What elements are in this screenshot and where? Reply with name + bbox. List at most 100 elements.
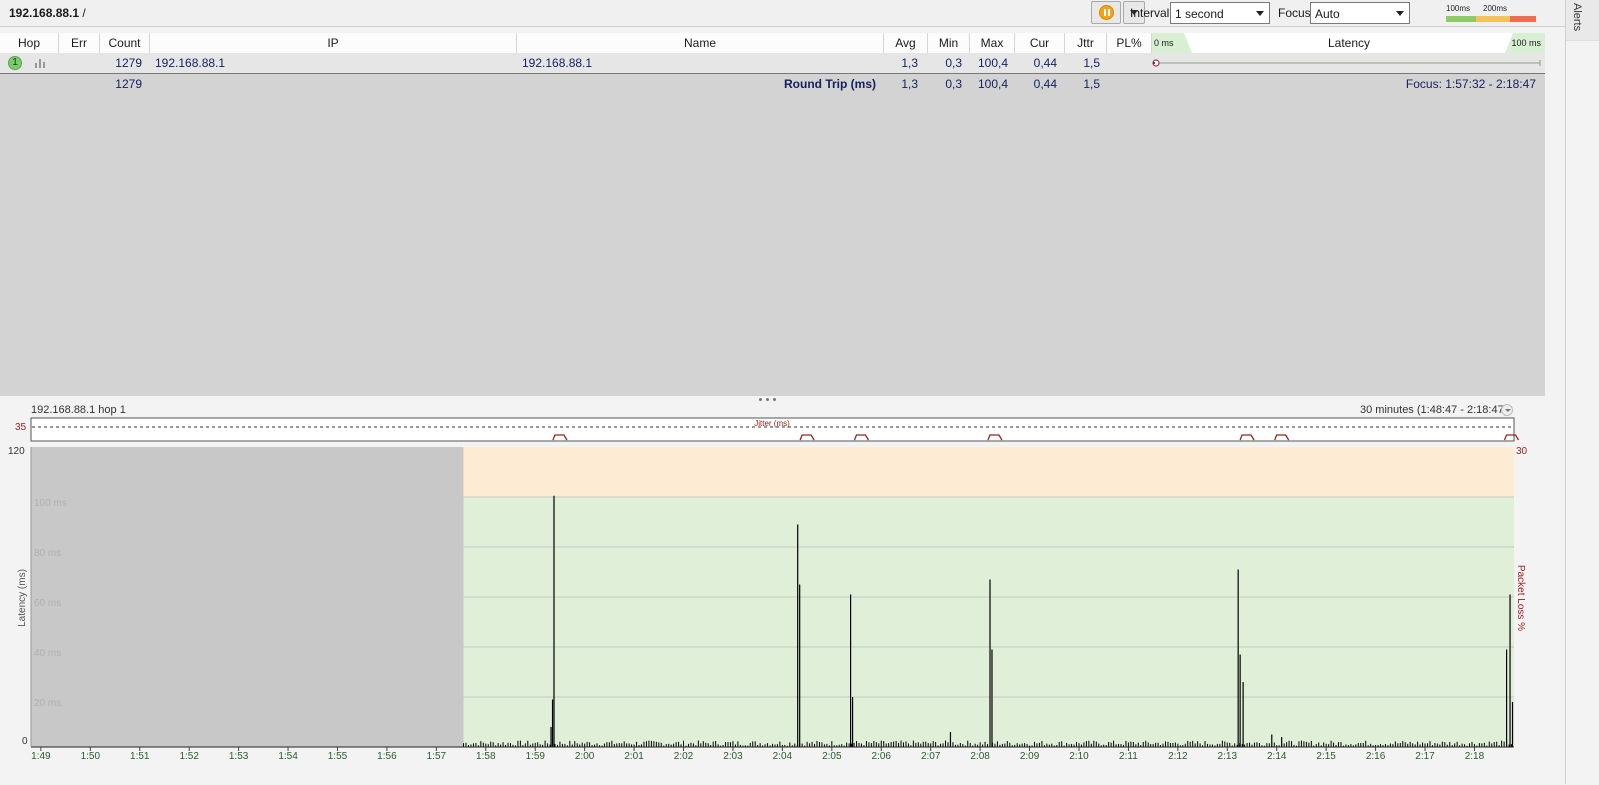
col-avg[interactable]: Avg	[884, 33, 928, 53]
interval-value: 1 second	[1175, 7, 1224, 21]
pane-splitter[interactable]	[0, 396, 1545, 402]
x-tick-label: 2:00	[575, 751, 595, 762]
x-tick-label: 2:07	[921, 751, 941, 762]
target-path: /	[79, 6, 86, 20]
x-tick-label: 2:15	[1316, 751, 1336, 762]
alerts-label: Alerts	[1571, 3, 1583, 32]
scale-green	[1446, 16, 1476, 22]
summary-min: 0,3	[945, 77, 962, 91]
x-tick-labels: 1:49 1:50 1:51 1:52 1:53 1:54 1:55 1:56 1:57 1:58…	[31, 747, 1485, 762]
x-tick-label: 2:14	[1267, 751, 1287, 762]
pl-max-label: 30	[1516, 446, 1528, 457]
x-tick-label: 2:10	[1069, 751, 1089, 762]
x-tick-label: 1:59	[525, 751, 545, 762]
col-name[interactable]: Name	[517, 33, 884, 53]
target-breadcrumb[interactable]: 192.168.88.1 /	[9, 6, 86, 20]
scale-200-label: 200ms	[1483, 4, 1508, 13]
col-jttr[interactable]: Jttr	[1065, 33, 1107, 53]
cell-jttr: 1,5	[1083, 56, 1100, 70]
target-host: 192.168.88.1	[9, 6, 80, 20]
latency-title: Latency	[1328, 36, 1371, 50]
x-tick-label: 2:05	[822, 751, 842, 762]
jitter-label: Jitter (ms)	[754, 419, 790, 428]
y-min-label: 0	[22, 736, 28, 747]
col-ip[interactable]: IP	[150, 33, 517, 53]
x-tick-label: 2:09	[1020, 751, 1040, 762]
summary-max: 100,4	[977, 77, 1008, 91]
pause-icon	[1099, 5, 1114, 20]
latency-max-label: 100 ms	[1511, 38, 1541, 48]
x-tick-label: 1:54	[278, 751, 298, 762]
x-tick-label: 1:53	[229, 751, 249, 762]
y-tick-label: 40 ms	[34, 648, 61, 659]
scale-red	[1510, 16, 1536, 22]
grip-dot	[759, 398, 762, 401]
col-err[interactable]: Err	[59, 33, 100, 53]
col-max[interactable]: Max	[970, 33, 1015, 53]
x-tick-label: 2:03	[723, 751, 743, 762]
x-tick-label: 2:18	[1465, 751, 1485, 762]
col-min[interactable]: Min	[928, 33, 970, 53]
y-max-label: 120	[8, 446, 25, 457]
y-tick-label: 80 ms	[34, 548, 61, 559]
alerts-tab[interactable]: Alerts	[1565, 0, 1599, 785]
hop-table: Hop Err Count IP Name Avg Min Max Cur Jt…	[0, 33, 1545, 400]
interval-label: Interval	[1130, 6, 1170, 20]
focus-range: Focus: 1:57:32 - 2:18:47	[1405, 77, 1536, 91]
x-tick-label: 1:52	[179, 751, 199, 762]
x-tick-label: 1:50	[81, 751, 101, 762]
cell-name: 192.168.88.1	[522, 56, 593, 70]
x-tick-label: 2:08	[970, 751, 990, 762]
x-tick-label: 1:58	[476, 751, 496, 762]
grip-dot	[773, 398, 776, 401]
latency-mini-graph	[1152, 59, 1541, 67]
cell-max: 100,4	[977, 56, 1008, 70]
col-pl[interactable]: PL%	[1107, 33, 1152, 53]
cell-cur: 0,44	[1033, 56, 1057, 70]
y2-axis-title: Packet Loss %	[1515, 565, 1526, 631]
hop-status-badge: 1	[8, 56, 22, 70]
x-tick-label: 1:55	[328, 751, 348, 762]
bar-chart-icon[interactable]	[35, 59, 47, 68]
pause-button[interactable]	[1091, 1, 1121, 24]
summary-count: 1279	[115, 77, 142, 91]
y-tick-label: 100 ms	[34, 498, 67, 509]
x-tick-label: 1:51	[130, 751, 150, 762]
latency-chart: 35 Jitter (ms) 120 0 30 100 ms 80 ms 60 ms…	[8, 417, 1528, 762]
table-header: Hop Err Count IP Name Avg Min Max Cur Jt…	[0, 33, 1545, 54]
y-axis-title: Latency (ms)	[17, 569, 28, 627]
focus-select[interactable]: Auto	[1310, 2, 1410, 24]
col-latency[interactable]: 0 ms Latency 100 ms	[1152, 33, 1545, 53]
cell-avg: 1,3	[901, 56, 918, 70]
jitter-max-label: 35	[15, 422, 27, 433]
latency-scale-legend: 100ms 200ms	[1446, 2, 1566, 24]
summary-jttr: 1,5	[1083, 77, 1100, 91]
summary-avg: 1,3	[901, 77, 918, 91]
summary-row: 1279 Round Trip (ms) 1,3 0,3 100,4 0,44 …	[0, 74, 1545, 94]
x-tick-label: 2:06	[872, 751, 892, 762]
summary-cur: 0,44	[1033, 77, 1057, 91]
scale-yellow	[1476, 16, 1510, 22]
good-band	[463, 497, 1515, 747]
x-tick-label: 2:04	[773, 751, 793, 762]
chevron-down-icon	[1396, 11, 1404, 16]
warning-band	[463, 447, 1515, 497]
focus-value: Auto	[1315, 7, 1340, 21]
col-cur[interactable]: Cur	[1015, 33, 1065, 53]
x-tick-label: 2:12	[1168, 751, 1188, 762]
interval-select[interactable]: 1 second	[1170, 2, 1270, 24]
x-tick-label: 2:16	[1366, 751, 1386, 762]
x-tick-label: 2:01	[624, 751, 644, 762]
x-tick-label: 2:13	[1218, 751, 1238, 762]
summary-label: Round Trip (ms)	[784, 77, 876, 91]
table-row[interactable]: 1 1279 192.168.88.1 192.168.88.1 1,3 0,3…	[0, 53, 1545, 74]
y-tick-label: 20 ms	[34, 698, 61, 709]
y-tick-label: 60 ms	[34, 598, 61, 609]
x-tick-label: 2:11	[1119, 751, 1138, 762]
x-tick-label: 2:17	[1415, 751, 1435, 762]
x-tick-label: 1:57	[427, 751, 447, 762]
latency-min-label: 0 ms	[1154, 38, 1174, 48]
col-hop[interactable]: Hop	[0, 33, 59, 53]
focus-label: Focus	[1278, 6, 1311, 20]
col-count[interactable]: Count	[100, 33, 150, 53]
